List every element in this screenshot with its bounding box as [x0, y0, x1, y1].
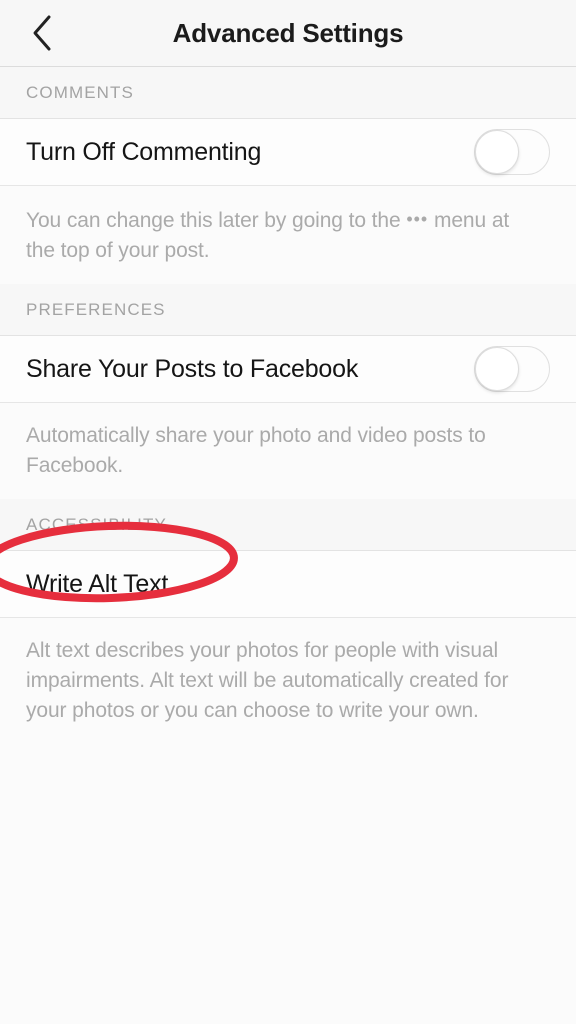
section-header-comments: COMMENTS	[0, 67, 576, 119]
toggle-knob	[475, 130, 519, 174]
helper-text-preferences: Automatically share your photo and video…	[0, 403, 576, 499]
row-share-posts-to-facebook[interactable]: Share Your Posts to Facebook	[0, 336, 576, 403]
section-label: PREFERENCES	[26, 299, 166, 319]
ellipsis-menu-icon: •••	[406, 209, 429, 229]
row-label: Turn Off Commenting	[26, 137, 262, 166]
toggle-share-posts-to-facebook[interactable]	[474, 346, 550, 392]
helper-text-part1: You can change this later by going to th…	[26, 209, 407, 232]
row-label: Share Your Posts to Facebook	[26, 354, 359, 383]
section-label: COMMENTS	[26, 82, 134, 102]
section-header-preferences: PREFERENCES	[0, 284, 576, 336]
chevron-left-icon	[30, 14, 54, 52]
toggle-knob	[475, 347, 519, 391]
toggle-turn-off-commenting[interactable]	[474, 129, 550, 175]
row-write-alt-text[interactable]: Write Alt Text	[0, 551, 576, 618]
helper-text-comments: You can change this later by going to th…	[0, 186, 576, 284]
page-title: Advanced Settings	[172, 18, 404, 48]
advanced-settings-screen: Advanced Settings COMMENTS Turn Off Comm…	[0, 0, 576, 1024]
helper-text-accessibility: Alt text describes your photos for peopl…	[0, 618, 576, 744]
back-button[interactable]	[14, 0, 70, 66]
section-header-accessibility: ACCESSIBILITY	[0, 499, 576, 551]
navigation-bar: Advanced Settings	[0, 0, 576, 67]
section-label: ACCESSIBILITY	[26, 514, 167, 534]
row-turn-off-commenting[interactable]: Turn Off Commenting	[0, 119, 576, 186]
row-label: Write Alt Text	[26, 569, 169, 598]
